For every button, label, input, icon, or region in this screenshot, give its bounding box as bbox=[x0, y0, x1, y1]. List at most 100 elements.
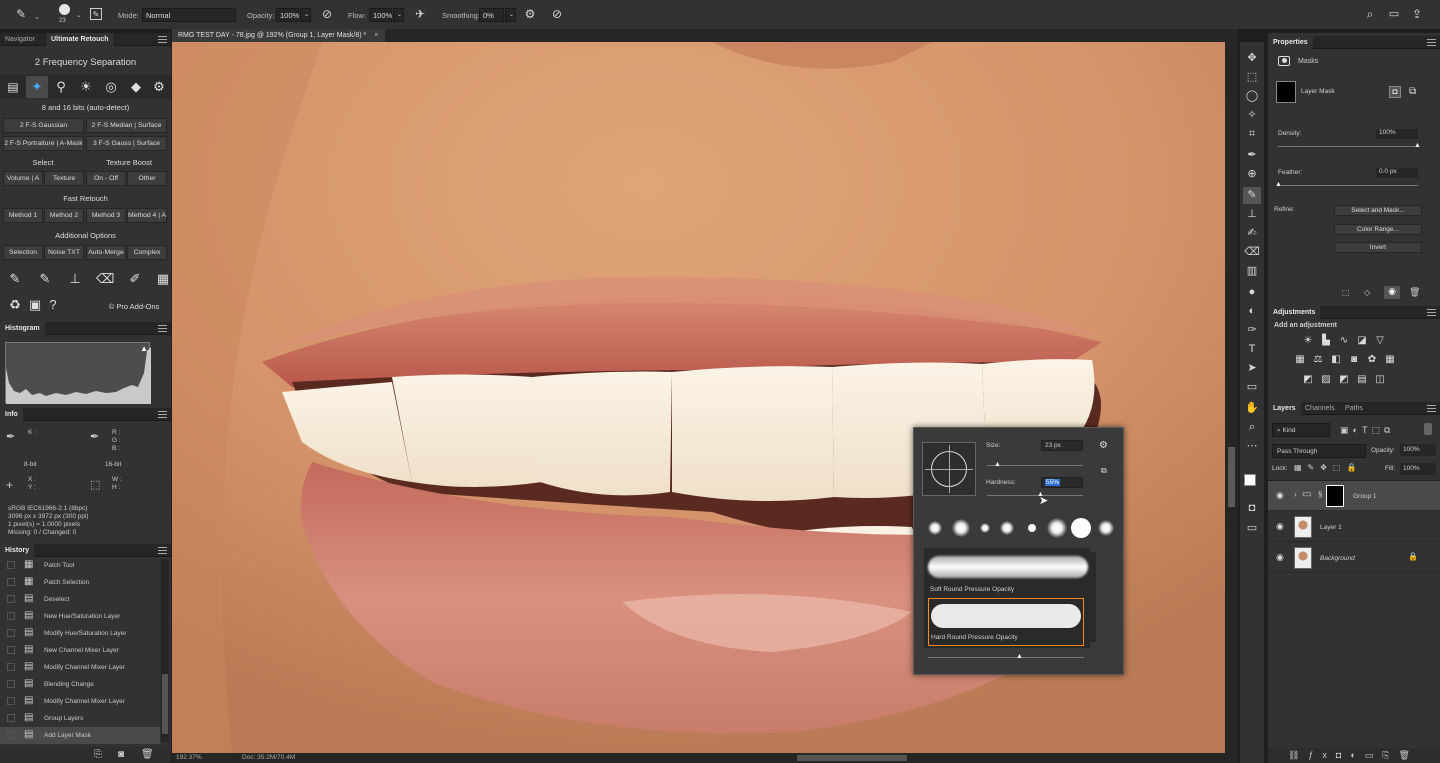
new-preset-icon[interactable]: ⧉ bbox=[1101, 466, 1107, 476]
sun-icon[interactable]: ☀ bbox=[77, 78, 95, 96]
history-brush-checkbox[interactable] bbox=[7, 731, 15, 739]
fs-gaussian-button[interactable]: 2 F-S Gaussian bbox=[3, 118, 84, 133]
hardness-input[interactable]: 55% bbox=[1041, 477, 1083, 488]
layer-opacity-input[interactable]: 100% bbox=[1400, 444, 1436, 456]
eyedropper-tool-icon[interactable]: ✒ bbox=[1243, 147, 1261, 164]
visibility-eye-icon[interactable]: ◉ bbox=[1276, 552, 1284, 563]
feather-slider[interactable]: ▲ bbox=[1275, 181, 1418, 188]
brush-tool-icon[interactable]: ✎ bbox=[1243, 187, 1261, 204]
diamond-icon[interactable]: ◆ bbox=[127, 78, 145, 96]
curves-icon[interactable]: ∿ bbox=[1338, 335, 1350, 346]
photo-filter-icon[interactable]: ◙ bbox=[1348, 354, 1360, 365]
pro-addons-link[interactable]: © Pro Add-Ons bbox=[94, 302, 174, 311]
flow-input[interactable]: 100% bbox=[369, 8, 392, 22]
workspace-icon[interactable]: ▭ bbox=[1387, 7, 1401, 21]
selection-from-mask-icon[interactable]: ⬚ bbox=[1342, 288, 1350, 297]
eraser-icon[interactable]: ⌫ bbox=[96, 270, 114, 288]
history-item[interactable]: ▤ Group Layers bbox=[0, 710, 160, 727]
trash-icon[interactable]: 🗑 bbox=[1409, 287, 1420, 298]
fill-input[interactable]: 100% bbox=[1400, 463, 1436, 475]
history-brush-checkbox[interactable] bbox=[7, 697, 15, 705]
layers-footer-icons[interactable]: ⛓ƒx◘◐▭⎘🗑 bbox=[1288, 750, 1419, 761]
history-brush-checkbox[interactable] bbox=[7, 646, 15, 654]
history-item[interactable]: ▤ New Hue/Saturation Layer bbox=[0, 608, 160, 625]
history-brush-tool-icon[interactable]: ✍ bbox=[1243, 225, 1261, 242]
selection-button[interactable]: Selection bbox=[3, 245, 43, 260]
feather-input[interactable]: 0.0 px bbox=[1376, 168, 1418, 178]
zoom-level[interactable]: 192.37% bbox=[176, 754, 202, 761]
brush-tip-soft-small[interactable] bbox=[928, 521, 942, 535]
airbrush-icon[interactable]: ✈ bbox=[413, 7, 427, 21]
magnify-icon[interactable]: ⚲ bbox=[52, 78, 70, 96]
eraser-tool-icon[interactable]: ⌫ bbox=[1243, 244, 1261, 261]
brush-tip-soft-2[interactable] bbox=[1098, 520, 1114, 536]
color-balance-icon[interactable]: ⚖ bbox=[1312, 354, 1324, 365]
healing-tool-icon[interactable]: ⊕ bbox=[1243, 166, 1261, 183]
size-slider[interactable]: ▲ bbox=[987, 461, 1083, 468]
opacity-input[interactable]: 100% bbox=[276, 8, 299, 22]
gear-icon[interactable]: ⚙ bbox=[1099, 440, 1108, 451]
help-icon[interactable]: ? bbox=[44, 296, 62, 314]
pressure-opacity-icon[interactable]: ⊘ bbox=[320, 7, 334, 21]
auto-merge-button[interactable]: Auto-Merge bbox=[86, 245, 126, 260]
new-document-icon[interactable]: ⎘ bbox=[94, 749, 102, 760]
brush-icon[interactable]: ✎ bbox=[6, 270, 24, 288]
history-item[interactable]: ▤ Modify Channel Mixer Layer bbox=[0, 693, 160, 710]
share-icon[interactable]: ⇪ bbox=[1410, 7, 1424, 21]
search-icon[interactable]: ⌕ bbox=[1363, 7, 1377, 21]
fs-gauss-surface-button[interactable]: 3 F-S Gauss | Surface bbox=[86, 136, 167, 151]
trash-icon[interactable]: 🗑 bbox=[141, 749, 154, 760]
filter-kind-select[interactable]: ⌕ Kind bbox=[1272, 423, 1330, 437]
quick-mask-icon[interactable]: ◘ bbox=[1243, 500, 1261, 517]
hand-tool-icon[interactable]: ✋ bbox=[1243, 400, 1261, 417]
filter-toggle[interactable] bbox=[1424, 423, 1432, 435]
channel-mixer-icon[interactable]: ✿ bbox=[1366, 354, 1378, 365]
history-brush-checkbox[interactable] bbox=[7, 578, 15, 586]
slider-thumb[interactable]: ▲ bbox=[1275, 181, 1282, 188]
stamp-icon[interactable]: ⊥ bbox=[66, 270, 84, 288]
pencil-icon[interactable]: ✐ bbox=[126, 270, 144, 288]
panel-menu-icon[interactable] bbox=[1427, 405, 1436, 412]
hue-saturation-icon[interactable]: ▦ bbox=[1294, 354, 1306, 365]
preset-hard-round-item[interactable]: Hard Round Pressure Opacity bbox=[928, 598, 1084, 646]
panel-menu-icon[interactable] bbox=[158, 36, 167, 43]
pixel-mask-icon[interactable]: ◘ bbox=[1389, 86, 1401, 98]
method4-button[interactable]: Method 4 | A bbox=[127, 208, 167, 223]
layer-filter-icons[interactable]: ▣◐T⬚⧉ bbox=[1340, 425, 1394, 436]
tab-history[interactable]: History bbox=[0, 544, 35, 557]
history-brush-checkbox[interactable] bbox=[7, 612, 15, 620]
exposure-icon[interactable]: ◪ bbox=[1356, 335, 1368, 346]
history-item[interactable]: ▦ Patch Tool bbox=[0, 557, 160, 574]
tab-layers[interactable]: Layers bbox=[1268, 402, 1301, 415]
density-input[interactable]: 100% bbox=[1376, 129, 1418, 139]
brush-tip-soft-large[interactable] bbox=[1047, 518, 1067, 538]
brightness-contrast-icon[interactable]: ☀ bbox=[1302, 335, 1314, 346]
select-and-mask-button[interactable]: Select and Mask... bbox=[1334, 205, 1422, 216]
preset-soft-round[interactable]: Soft Round Pressure Opacity bbox=[930, 586, 1014, 593]
crop-tool-icon[interactable]: ⌗ bbox=[1243, 126, 1261, 143]
zoom-tool-icon[interactable]: ⌕ bbox=[1243, 419, 1261, 436]
history-brush-checkbox[interactable] bbox=[7, 663, 15, 671]
brush-icon[interactable]: ✎ bbox=[36, 270, 54, 288]
panel-menu-icon[interactable] bbox=[1427, 39, 1436, 46]
preview-size-slider[interactable]: ▲ bbox=[928, 653, 1084, 660]
brush-tip-soft-medium[interactable] bbox=[952, 519, 970, 537]
history-item[interactable]: ▤ Add Layer Mask bbox=[0, 727, 160, 744]
slider-thumb[interactable]: ▲ bbox=[1414, 142, 1421, 149]
more-tools-icon[interactable]: ⋯ bbox=[1243, 438, 1261, 455]
path-select-tool-icon[interactable]: ➤ bbox=[1243, 360, 1261, 377]
volume-button[interactable]: Volume | A bbox=[3, 171, 43, 186]
tab-info[interactable]: Info bbox=[0, 408, 23, 421]
tab-navigator[interactable]: Navigator bbox=[0, 33, 40, 46]
screen-mode-icon[interactable]: ▭ bbox=[1243, 520, 1261, 537]
history-brush-checkbox[interactable] bbox=[7, 561, 15, 569]
history-item[interactable]: ▤ New Channel Mixer Layer bbox=[0, 642, 160, 659]
other-button[interactable]: Other bbox=[127, 171, 167, 186]
gear-icon[interactable]: ⚙ bbox=[523, 7, 537, 21]
move-tool-icon[interactable]: ✥ bbox=[1243, 50, 1261, 67]
brush-tool-icon[interactable]: ✎ bbox=[14, 7, 28, 21]
pen-tool-icon[interactable]: ✑ bbox=[1243, 322, 1261, 339]
stamp-tool-icon[interactable]: ⊥ bbox=[1243, 206, 1261, 223]
marquee-tool-icon[interactable]: ⬚ bbox=[1243, 69, 1261, 86]
preset-list-scrollbar[interactable] bbox=[1090, 552, 1096, 642]
